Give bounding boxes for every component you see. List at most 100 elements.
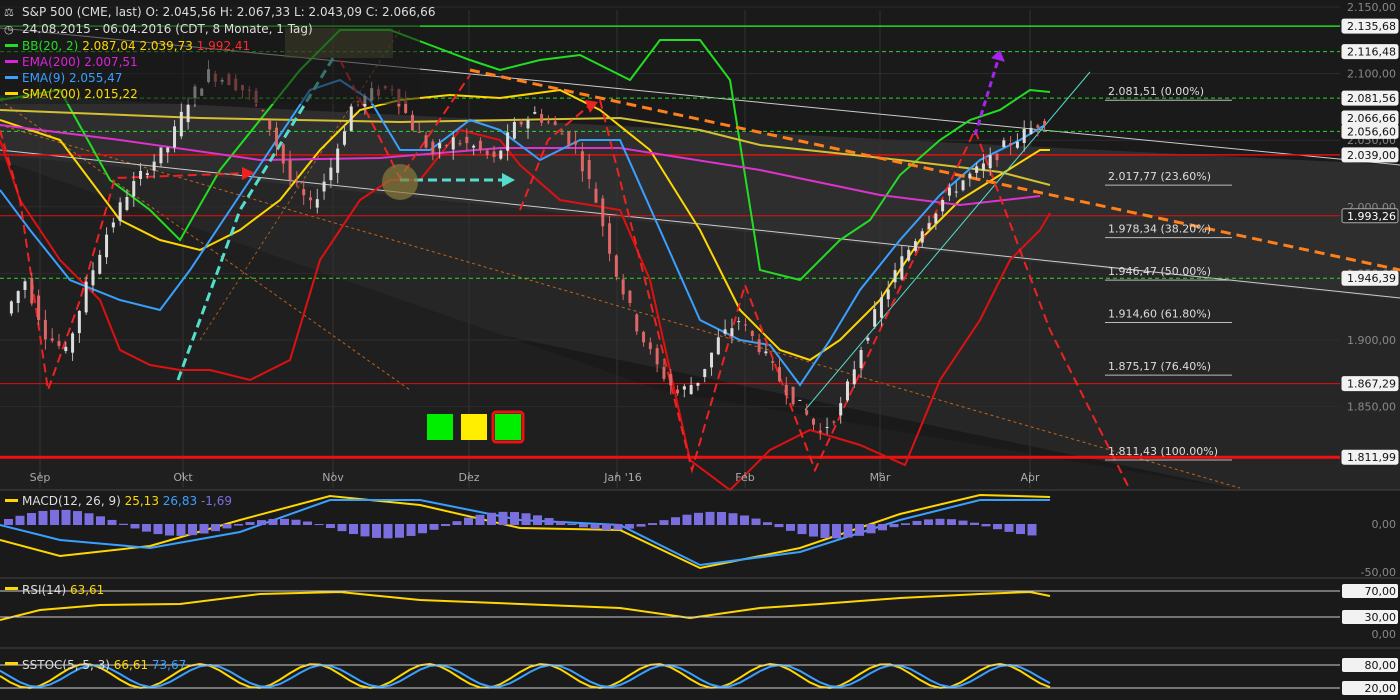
legend-swatch [5,76,18,79]
candle-body [961,180,965,191]
macd-histogram-bar [245,522,255,525]
macd-histogram-bar [73,511,82,525]
candle-body [893,270,897,283]
candle-body [145,173,149,175]
macd-histogram-bar [590,524,600,530]
macd-histogram-bar [475,514,485,525]
candle-body [594,188,598,203]
macd-histogram-bar [303,521,312,525]
month-label: Sep [30,471,51,484]
macd-histogram-bar [61,509,71,525]
macd-histogram-bar [820,524,830,539]
macd-histogram-bar [659,520,669,525]
candle-body [567,131,571,146]
candle-body [818,430,822,433]
macd-histogram-bar [418,524,427,534]
fib-label: 2.017,77 (23.60%) [1108,170,1211,183]
macd-histogram-bar [579,524,588,528]
macd-histogram-bar [544,518,554,525]
candle-body [553,121,557,125]
candle-body [261,110,265,112]
candle-body [621,279,625,295]
price-tag-label: 1.811,99 [1347,451,1396,464]
macd-histogram-bar [211,524,220,532]
candle-body [886,289,890,300]
macd-histogram-bar [728,513,738,525]
candle-body [1002,140,1006,148]
candle-body [580,151,584,172]
month-label: Apr [1020,471,1040,484]
candle-body [975,166,979,173]
macd-histogram-bar [740,515,749,525]
macd-histogram-bar [165,524,174,536]
candle-body [805,410,809,415]
price-tag-label: 1.867,29 [1347,378,1396,391]
candle-body [608,223,612,254]
fib-label: 1.946,47 (50.00%) [1108,265,1211,278]
price-tick: 2.150,00 [1347,1,1396,14]
rsi-tick: 70,00 [1365,585,1397,598]
macd-histogram-bar [314,524,324,526]
candle-body [268,119,272,130]
macd-histogram-bar [694,512,703,525]
candle-body [737,321,741,323]
macd-histogram-bar [763,522,772,525]
candle-body [947,187,951,196]
price-tag-label: 1.946,39 [1347,272,1396,285]
candle-body [43,319,47,340]
candle-body [757,339,761,353]
fib-label: 1.811,43 (100.00%) [1108,445,1218,458]
macd-histogram-bar [107,519,117,525]
candle-body [349,106,353,131]
candle-body [811,418,815,425]
candle-body [744,324,748,326]
candle-body [308,197,312,201]
macd-histogram-bar [924,519,933,525]
macd-title: MACD(12, 26, 9) 25,13 26,83 -1,69 [22,494,232,508]
candle-body [519,121,523,125]
candle-body [723,329,727,334]
candle-body [125,196,129,210]
macd-histogram-bar [406,524,416,536]
instrument-icon: ⚖ [4,6,14,19]
candle-body [98,254,102,274]
macd-histogram-bar [326,524,335,529]
macd-tick: 0,00 [1372,518,1397,531]
rsi-tick: 30,00 [1365,611,1397,624]
candle-body [281,144,285,164]
macd-histogram-bar [671,517,680,525]
macd-histogram-bar [717,511,726,525]
macd-histogram-bar [705,511,715,525]
candle-body [424,135,428,148]
macd-histogram-bar [889,524,899,528]
candle-body [472,145,476,148]
candle-body [703,369,707,377]
macd-histogram-bar [176,524,186,536]
rsi-title: RSI(14) 63,61 [22,583,104,597]
candle-body [64,346,68,352]
candle-body [322,181,326,192]
candle-body [492,151,496,157]
price-tick: 2.100,00 [1347,68,1396,81]
macd-histogram-bar [429,524,439,530]
price-tag-label: 1.993,26 [1347,210,1396,223]
fib-label: 1.978,34 (38.20%) [1108,223,1211,236]
macd-histogram-bar [636,524,646,527]
stock-chart[interactable]: 2.081,51 (0.00%) 2.017,77 (23.60%) 1.978,3… [0,0,1400,700]
candle-body [927,223,931,229]
candle-body [981,163,985,171]
candle-body [506,132,510,151]
candle-body [635,314,639,332]
macd-swatch [5,499,18,502]
macd-histogram-bar [521,513,531,525]
macd-histogram-bar [96,516,105,525]
candle-body [907,249,911,261]
candle-body [444,145,448,147]
macd-histogram-bar [809,524,818,537]
candle-body [1022,128,1026,144]
candle-body [302,189,306,196]
legend-swatch [5,44,18,47]
candle-body [84,281,88,313]
macd-histogram-bar [199,524,209,534]
macd-histogram-bar [1004,524,1014,532]
